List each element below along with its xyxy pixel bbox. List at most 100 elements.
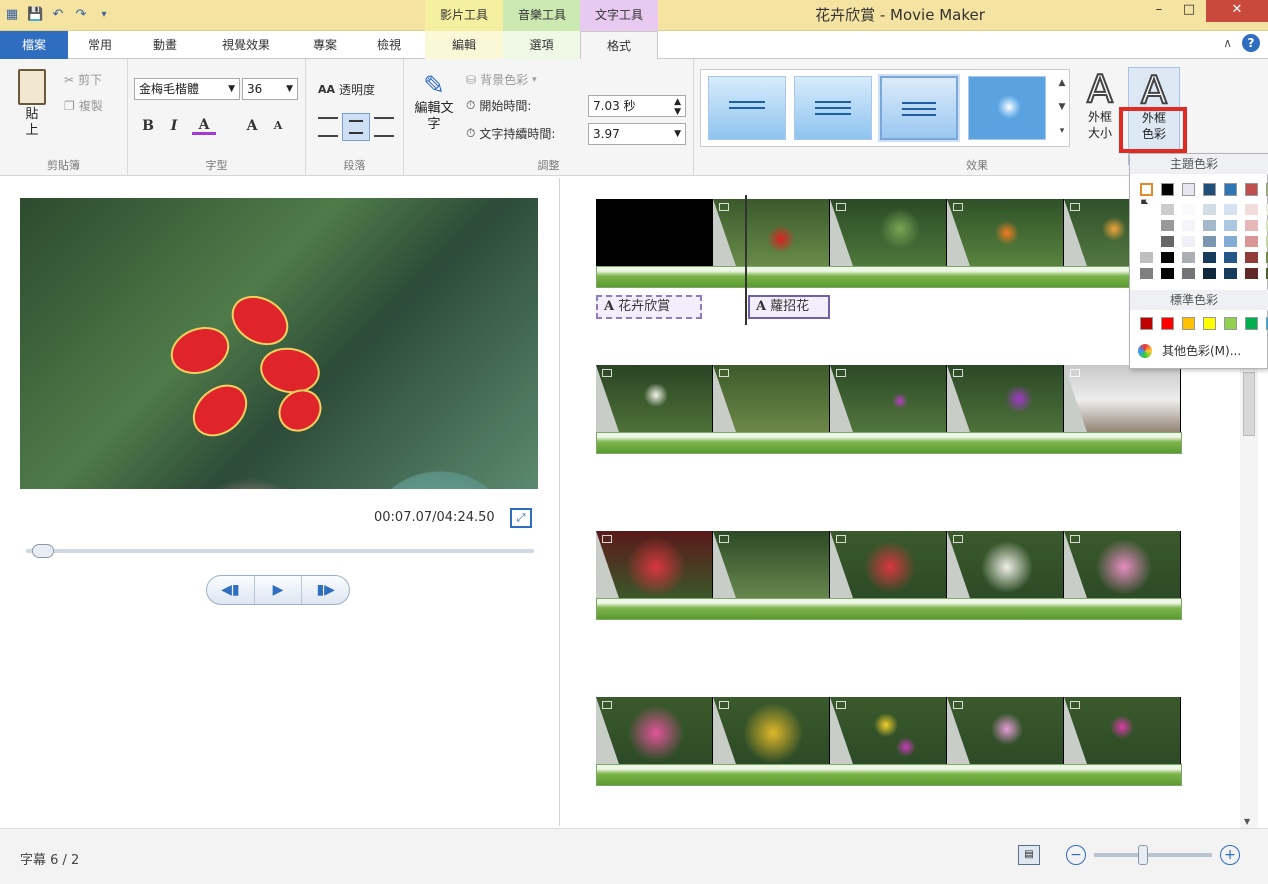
color-swatch-shade[interactable] <box>1161 220 1174 231</box>
color-swatch[interactable] <box>1224 183 1237 196</box>
seek-bar[interactable] <box>26 544 534 558</box>
color-swatch-shade[interactable] <box>1245 204 1258 215</box>
color-swatch-shade[interactable] <box>1224 268 1237 279</box>
storyboard-audio-bar[interactable] <box>596 764 1182 786</box>
storyboard-clip[interactable] <box>713 199 830 269</box>
caption-clip[interactable]: A 花卉欣賞 <box>596 295 702 319</box>
standard-color-swatch[interactable] <box>1203 317 1216 330</box>
color-swatch-shade[interactable] <box>1203 236 1216 247</box>
storyboard-view-icon[interactable]: ▤ <box>1018 845 1040 865</box>
tab-file[interactable]: 檔案 <box>0 31 68 59</box>
color-swatch-shade[interactable] <box>1182 204 1195 215</box>
font-color-button[interactable]: A <box>192 115 216 135</box>
standard-color-swatch[interactable] <box>1182 317 1195 330</box>
align-left-button[interactable] <box>318 117 338 137</box>
effect-thumbnail-1[interactable] <box>708 76 786 140</box>
color-swatch-shade[interactable] <box>1245 236 1258 247</box>
color-swatch[interactable] <box>1140 183 1153 196</box>
color-swatch-shade[interactable] <box>1203 268 1216 279</box>
storyboard-audio-bar[interactable] <box>596 266 1182 288</box>
color-swatch-shade[interactable] <box>1245 268 1258 279</box>
tab-view[interactable]: 檢視 <box>356 31 422 59</box>
fullscreen-icon[interactable]: ⤢ <box>510 508 532 528</box>
spinner-icon[interactable]: ▲ ▼ <box>674 97 681 117</box>
color-swatch-shade[interactable] <box>1161 236 1174 247</box>
tab-visual-effects[interactable]: 視覺效果 <box>198 31 294 59</box>
tab-project[interactable]: 專案 <box>294 31 356 59</box>
storyboard-clip[interactable] <box>596 697 713 767</box>
color-swatch-shade[interactable] <box>1182 252 1195 263</box>
storyboard-clip[interactable] <box>596 199 713 269</box>
zoom-in-icon[interactable]: + <box>1220 845 1240 865</box>
color-swatch-shade[interactable] <box>1182 268 1195 279</box>
transparency-button[interactable]: AA 透明度 <box>318 81 375 98</box>
color-swatch-shade[interactable] <box>1161 204 1174 215</box>
zoom-slider[interactable] <box>1094 845 1212 865</box>
align-right-button[interactable] <box>374 117 394 137</box>
seek-thumb[interactable] <box>32 544 54 558</box>
standard-color-swatch[interactable] <box>1245 317 1258 330</box>
scrollbar-thumb[interactable] <box>1243 372 1255 436</box>
playhead[interactable] <box>745 195 747 325</box>
storyboard-audio-bar[interactable] <box>596 432 1182 454</box>
start-time-input[interactable]: 7.03 秒 ▲ ▼ <box>588 95 686 117</box>
color-swatch-shade[interactable] <box>1203 252 1216 263</box>
storyboard-clip[interactable] <box>1064 531 1181 601</box>
caption-clip-selected[interactable]: A 蘿招花 <box>748 295 830 319</box>
storyboard-clip[interactable] <box>830 531 947 601</box>
color-swatch-shade[interactable] <box>1140 220 1153 231</box>
color-swatch-shade[interactable] <box>1224 236 1237 247</box>
tab-animation[interactable]: 動畫 <box>132 31 198 59</box>
storyboard-clip[interactable] <box>830 697 947 767</box>
color-swatch[interactable] <box>1245 183 1258 196</box>
color-swatch-shade[interactable] <box>1245 220 1258 231</box>
scroll-down-arrow[interactable]: ▼ <box>1244 817 1250 826</box>
italic-button[interactable]: I <box>162 115 186 137</box>
color-swatch[interactable] <box>1203 183 1216 196</box>
standard-color-swatch[interactable] <box>1161 317 1174 330</box>
zoom-slider-thumb[interactable] <box>1138 845 1148 865</box>
tab-options[interactable]: 選項 <box>503 31 580 59</box>
align-center-button[interactable] <box>342 113 370 141</box>
storyboard-scrollbar[interactable]: ▼ <box>1240 340 1258 828</box>
color-swatch-shade[interactable] <box>1140 236 1153 247</box>
duration-select[interactable]: 3.97 ▼ <box>588 123 686 145</box>
previous-frame-button[interactable]: ◀▮ <box>207 576 255 604</box>
more-colors-button[interactable]: 其他色彩(M)... <box>1138 342 1241 359</box>
minimize-button[interactable]: – <box>1145 0 1173 22</box>
storyboard-clip[interactable] <box>1064 365 1181 435</box>
save-icon[interactable]: 💾 <box>27 7 43 23</box>
color-swatch-shade[interactable] <box>1140 252 1153 263</box>
color-swatch-shade[interactable] <box>1140 204 1153 215</box>
pane-divider[interactable] <box>559 178 560 826</box>
gallery-scroll-arrows[interactable]: ▲ ▼ ▾ <box>1056 71 1068 143</box>
edit-text-button[interactable]: ✎ 編輯文字 <box>414 71 454 133</box>
storyboard-audio-bar[interactable] <box>596 598 1182 620</box>
color-swatch-shade[interactable] <box>1182 220 1195 231</box>
help-icon[interactable]: ? <box>1242 34 1260 52</box>
storyboard-clip[interactable] <box>596 365 713 435</box>
play-button[interactable]: ▶ <box>255 576 303 604</box>
close-button[interactable]: ✕ <box>1206 0 1268 22</box>
shrink-font-button[interactable]: A <box>266 115 290 137</box>
background-color-button[interactable]: ⛁ 背景色彩 ▾ <box>466 71 537 88</box>
outline-size-button[interactable]: A 外框大小 <box>1078 68 1122 141</box>
color-swatch-shade[interactable] <box>1182 236 1195 247</box>
cut-button[interactable]: ✂ 剪下 <box>64 71 102 88</box>
app-menu-icon[interactable]: ▦ <box>4 7 20 23</box>
font-size-select[interactable]: 36 ▼ <box>242 78 298 100</box>
undo-icon[interactable]: ↶ <box>50 7 66 23</box>
color-swatch-shade[interactable] <box>1203 220 1216 231</box>
color-swatch-shade[interactable] <box>1224 252 1237 263</box>
copy-button[interactable]: ❐ 複製 <box>64 97 103 114</box>
storyboard-clip[interactable] <box>713 531 830 601</box>
redo-icon[interactable]: ↷ <box>73 7 89 23</box>
storyboard-clip[interactable] <box>947 365 1064 435</box>
tab-home[interactable]: 常用 <box>68 31 132 59</box>
color-swatch[interactable] <box>1161 183 1174 196</box>
color-swatch[interactable] <box>1182 183 1195 196</box>
storyboard-clip[interactable] <box>947 697 1064 767</box>
color-swatch-shade[interactable] <box>1224 204 1237 215</box>
storyboard-clip[interactable] <box>947 531 1064 601</box>
next-frame-button[interactable]: ▮▶ <box>302 576 349 604</box>
